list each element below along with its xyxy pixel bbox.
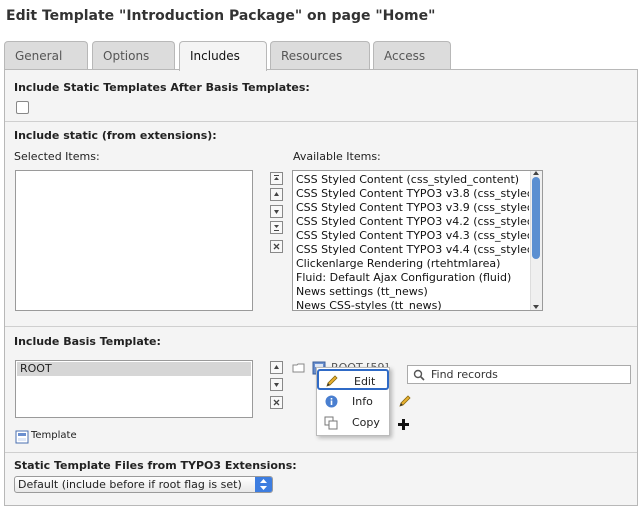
basis-move-up-button[interactable] xyxy=(270,361,283,374)
move-top-icon xyxy=(274,175,279,180)
move-top-button[interactable] xyxy=(270,172,283,185)
template-link[interactable]: Template xyxy=(31,430,77,441)
move-bottom-button[interactable] xyxy=(270,221,283,234)
scroll-up-arrow-icon[interactable] xyxy=(533,171,539,175)
scroll-thumb[interactable] xyxy=(532,177,540,259)
copy-icon xyxy=(324,416,338,430)
move-bottom-icon xyxy=(274,225,279,231)
static-files-label: Static Template Files from TYPO3 Extensi… xyxy=(14,459,297,472)
context-menu: Edit Info Copy xyxy=(316,367,390,436)
move-down-icon xyxy=(274,210,279,214)
include-static-label: Include static (from extensions): xyxy=(14,129,217,142)
select-arrows-icon xyxy=(255,477,272,492)
tab-includes[interactable]: Includes xyxy=(179,41,267,71)
static-after-basis-label: Include Static Templates After Basis Tem… xyxy=(14,81,310,94)
search-icon xyxy=(413,369,425,381)
remove-button[interactable] xyxy=(270,240,283,253)
list-item[interactable]: CSS Styled Content (css_styled_content) xyxy=(296,173,529,186)
divider xyxy=(5,326,637,327)
list-item[interactable]: News CSS-styles (tt_news) xyxy=(296,299,529,310)
tab-general[interactable]: General xyxy=(4,41,88,69)
move-down-button[interactable] xyxy=(270,205,283,218)
move-down-icon xyxy=(274,383,279,387)
selected-items-label: Selected Items: xyxy=(14,150,100,163)
list-item[interactable]: CSS Styled Content TYPO3 v3.8 (css_style… xyxy=(296,187,529,200)
list-item[interactable]: CSS Styled Content TYPO3 v4.4 (css_style… xyxy=(296,243,529,256)
pencil-icon[interactable] xyxy=(398,394,412,408)
basis-remove-button[interactable] xyxy=(270,396,283,409)
context-menu-copy[interactable]: Copy xyxy=(317,412,389,433)
template-icon[interactable] xyxy=(15,430,29,444)
list-item[interactable]: Clickenlarge Rendering (rtehtmlarea) xyxy=(296,257,529,270)
basis-move-down-button[interactable] xyxy=(270,378,283,391)
context-menu-copy-label: Copy xyxy=(352,416,380,429)
context-menu-info-label: Info xyxy=(352,395,373,408)
static-files-select[interactable]: Default (include before if root flag is … xyxy=(14,476,273,493)
static-files-select-value: Default (include before if root flag is … xyxy=(18,478,242,491)
remove-icon xyxy=(273,399,280,406)
context-menu-info[interactable]: Info xyxy=(317,391,389,412)
page-title: Edit Template "Introduction Package" on … xyxy=(6,8,436,24)
move-up-icon xyxy=(274,365,279,369)
static-after-basis-checkbox[interactable] xyxy=(16,101,29,114)
available-items-scrollbar[interactable] xyxy=(530,171,542,310)
context-menu-edit[interactable]: Edit xyxy=(317,369,389,390)
remove-icon xyxy=(273,243,280,250)
list-item[interactable]: CSS Styled Content TYPO3 v4.3 (css_style… xyxy=(296,229,529,242)
list-item[interactable]: News settings (tt_news) xyxy=(296,285,529,298)
pencil-icon xyxy=(326,375,338,387)
move-up-button[interactable] xyxy=(270,188,283,201)
tab-options[interactable]: Options xyxy=(92,41,175,69)
available-items-list[interactable]: CSS Styled Content (css_styled_content) … xyxy=(292,170,543,311)
divider xyxy=(5,452,637,453)
move-up-icon xyxy=(274,192,279,196)
list-item[interactable]: Fluid: Default Ajax Configuration (fluid… xyxy=(296,271,529,284)
include-basis-label: Include Basis Template: xyxy=(14,335,161,348)
available-items-label: Available Items: xyxy=(293,150,381,163)
tab-access[interactable]: Access xyxy=(373,41,451,69)
list-item[interactable]: CSS Styled Content TYPO3 v4.2 (css_style… xyxy=(296,215,529,228)
info-icon xyxy=(325,395,338,408)
list-item[interactable]: CSS Styled Content TYPO3 v3.9 (css_style… xyxy=(296,201,529,214)
add-icon[interactable] xyxy=(397,418,410,431)
tab-resources[interactable]: Resources xyxy=(270,41,370,69)
scroll-down-arrow-icon[interactable] xyxy=(533,305,539,309)
find-records-placeholder: Find records xyxy=(431,368,498,381)
folder-icon[interactable] xyxy=(292,362,306,374)
basis-selected-item[interactable]: ROOT xyxy=(17,362,251,376)
find-records-input[interactable]: Find records xyxy=(407,365,631,384)
divider xyxy=(5,121,637,122)
selected-items-list[interactable] xyxy=(15,170,253,311)
context-menu-edit-label: Edit xyxy=(354,375,376,388)
